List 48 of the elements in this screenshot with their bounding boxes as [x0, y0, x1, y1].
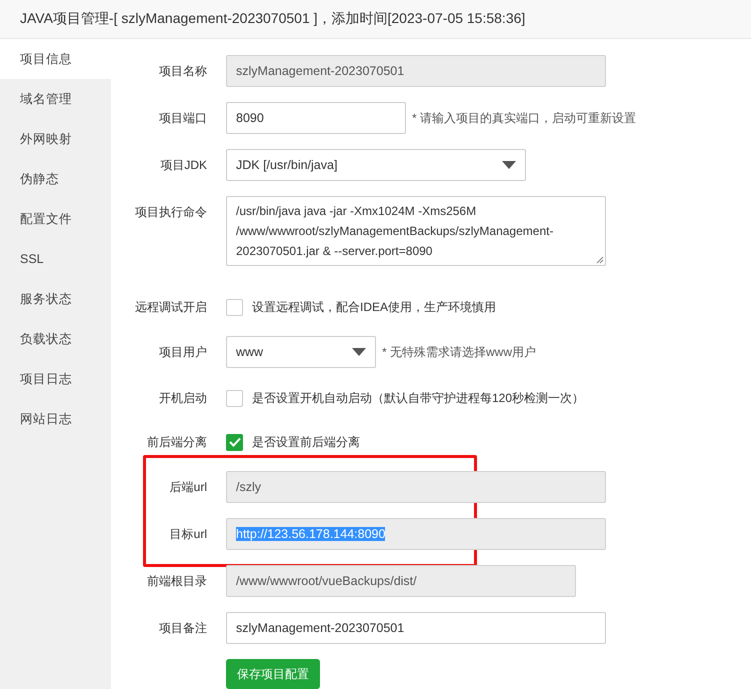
field-label: 项目备注 [158, 620, 207, 636]
field-label: 项目名称 [158, 62, 207, 80]
field-label: 远程调试开启 [134, 298, 207, 316]
field-label: 项目用户 [158, 344, 207, 360]
field-label: 开机启动 [158, 390, 207, 406]
sidebar-item[interactable]: 负载状态 [0, 319, 111, 359]
checkbox-label: 设置远程调试，配合IDEA使用，生产环境慎用 [252, 298, 496, 316]
checkbox-label: 是否设置前后端分离 [252, 434, 360, 450]
sidebar-item[interactable]: SSL [0, 239, 111, 279]
caret-icon [502, 161, 516, 169]
dropdown[interactable]: www [226, 336, 376, 368]
sidebar-item[interactable]: 项目信息 [0, 39, 111, 79]
field-label: 项目端口 [158, 110, 207, 126]
sidebar-item[interactable]: 配置文件 [0, 199, 111, 239]
checkbox[interactable] [226, 390, 243, 406]
field-label: 目标url [168, 526, 207, 542]
field-value: szlyManagement-2023070501 [236, 64, 404, 78]
sidebar-item[interactable]: 域名管理 [0, 79, 111, 119]
caret-icon [352, 348, 366, 356]
field-value: /usr/bin/java java -jar -Xmx1024M -Xms256M /www/wwwroot/szlyManagementBackups/szlyManagement-2023070501.jar & --server.port=8090 [236, 203, 554, 260]
field-value: szlyManagement-2023070501 [236, 621, 404, 635]
dropdown-value: JDK [/usr/bin/java] [236, 158, 338, 172]
sidebar-item[interactable]: 伪静态 [0, 159, 111, 199]
sidebar-item[interactable]: 网站日志 [0, 399, 111, 439]
field-label: 项目JDK [159, 156, 207, 174]
field-label: 项目执行命令 [134, 204, 207, 221]
field-value: 8090 [236, 111, 264, 125]
input-field[interactable]: 8090 [226, 102, 406, 134]
checkbox[interactable] [226, 434, 243, 450]
checkbox[interactable] [226, 298, 243, 316]
field-value: http://123.56.178.144:8090 [236, 527, 386, 541]
resize-handle-icon[interactable] [596, 256, 604, 264]
input-field[interactable]: szlyManagement-2023070501 [226, 612, 606, 644]
sidebar-item[interactable]: 服务状态 [0, 279, 111, 319]
sidebar-item[interactable]: 项目日志 [0, 359, 111, 399]
hint-text: * 无特殊需求请选择www用户 [382, 344, 536, 360]
field-value: /www/wwwroot/vueBackups/dist/ [236, 574, 417, 588]
dropdown[interactable]: JDK [/usr/bin/java] [226, 149, 526, 181]
window-title: JAVA项目管理-[ szlyManagement-2023070501 ]，添加时间[2023-07-05 15:58:36] [20, 10, 526, 28]
sidebar-item[interactable]: 外网映射 [0, 119, 111, 159]
field-value: /szly [236, 480, 261, 494]
dropdown-value: www [236, 345, 264, 359]
text-area[interactable]: /usr/bin/java java -jar -Xmx1024M -Xms256M /www/wwwroot/szlyManagementBackups/szlyManagement-2023070501.jar & --server.port=8090 [226, 196, 606, 266]
field-label: 前后端分离 [146, 434, 207, 450]
checkbox-label: 是否设置开机自动启动（默认自带守护进程每120秒检测一次） [252, 390, 584, 406]
hint-text: * 请输入项目的真实端口，启动可重新设置 [412, 110, 636, 126]
field-label: 前端根目录 [146, 572, 207, 590]
field-label: 后端url [168, 478, 207, 496]
